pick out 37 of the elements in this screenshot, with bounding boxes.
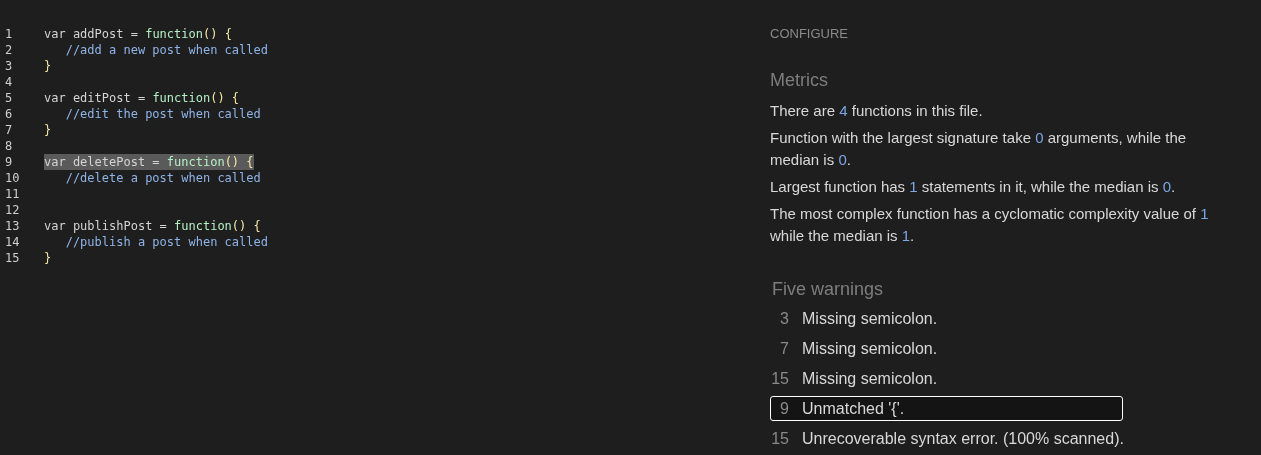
line-number: 13 — [4, 218, 21, 234]
code-line: var editPost = function() { — [44, 90, 240, 106]
metric-sentence: There are 4 functions in this file. — [770, 101, 984, 121]
warning-item[interactable]: 7 Missing semicolon. — [770, 336, 1123, 361]
metric-sentence: Largest function has 1 statements in it, while the median is 0. — [770, 177, 1177, 197]
code-line: var addPost = function() { — [44, 26, 232, 42]
metrics-heading: Metrics — [770, 69, 829, 92]
warning-item[interactable]: 3 Missing semicolon. — [770, 306, 1123, 331]
code-line: var publishPost = function() { — [44, 218, 261, 234]
line-number: 15 — [4, 250, 21, 266]
code-line: //edit the post when called — [64, 106, 261, 122]
warnings-heading: Five warnings — [772, 278, 885, 301]
warning-item[interactable]: 15 Missing semicolon. — [770, 366, 1123, 391]
line-number: 5 — [4, 90, 14, 106]
line-number: 2 — [4, 42, 14, 58]
warning-item[interactable]: 15 Unrecoverable syntax error. (100% scanned). — [770, 426, 1123, 451]
line-number: 14 — [4, 234, 21, 250]
line-number: 9 — [4, 154, 14, 170]
metric-sentence: The most complex function has a cyclomatic complexity value of 1 while the median is 1. — [770, 204, 1210, 246]
code-line: //publish a post when called — [64, 234, 268, 250]
code-line: } — [44, 58, 52, 74]
line-number: 3 — [4, 58, 14, 74]
line-number: 6 — [4, 106, 14, 122]
line-number: 12 — [4, 202, 21, 218]
line-number: 4 — [4, 74, 14, 90]
code-line: } — [44, 250, 52, 266]
line-number: 11 — [4, 186, 21, 202]
line-number: 8 — [4, 138, 14, 154]
metric-sentence: Function with the largest signature take 0 arguments, while the median is 0. — [770, 128, 1188, 170]
line-number: 10 — [4, 170, 21, 186]
configure-link[interactable]: CONFIGURE — [770, 26, 1210, 42]
line-number: 1 — [4, 26, 14, 42]
code-line: //delete a post when called — [64, 170, 261, 186]
warning-item[interactable]: 9 Unmatched '{'. — [770, 396, 1123, 421]
line-number: 7 — [4, 122, 14, 138]
code-line: } — [44, 122, 52, 138]
code-line: //add a new post when called — [64, 42, 268, 58]
